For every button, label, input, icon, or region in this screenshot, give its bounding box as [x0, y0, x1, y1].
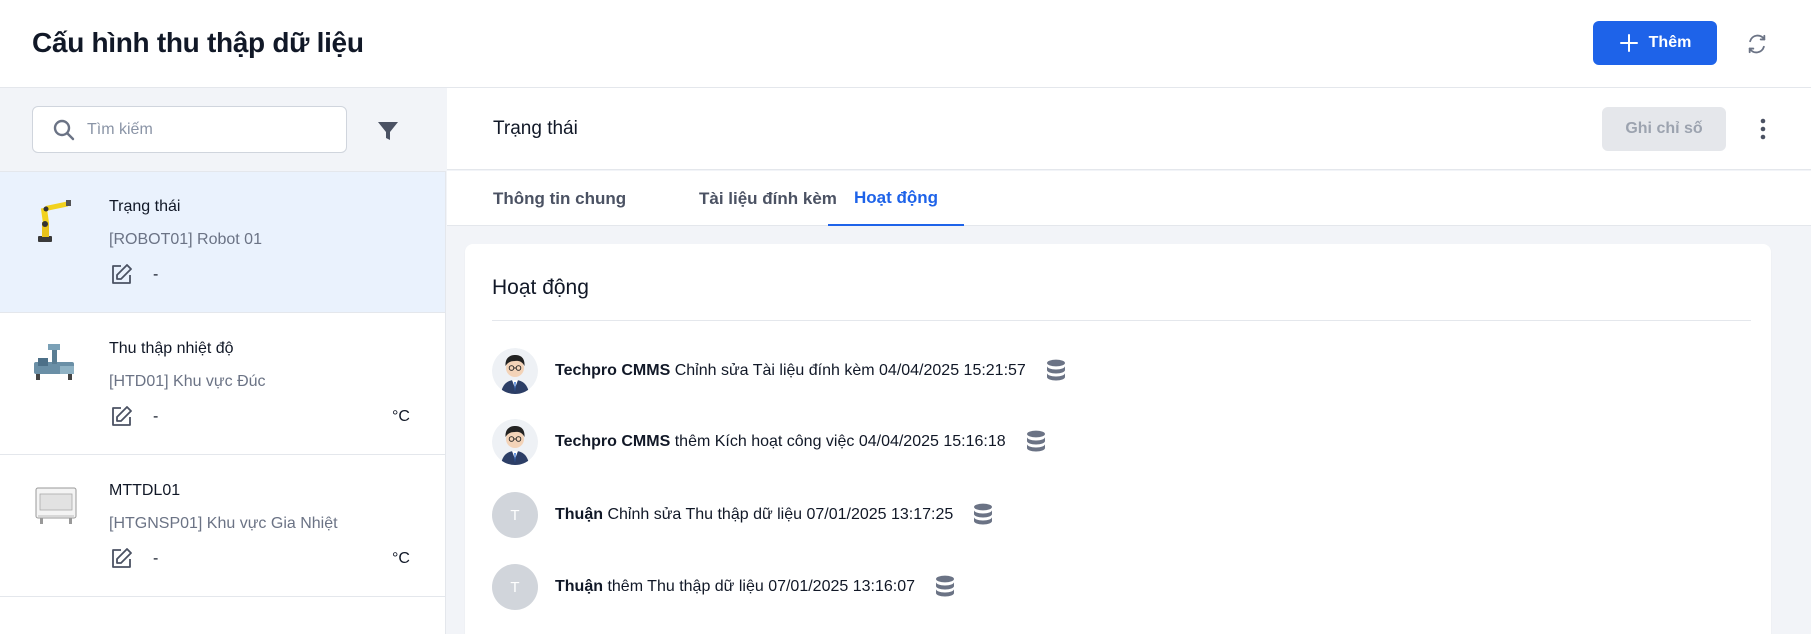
- person-avatar: [492, 419, 538, 465]
- edit-icon[interactable]: [108, 404, 134, 430]
- detail-tabs: Thông tin chung Tài liệu đính kèm Hoạt đ…: [447, 171, 1811, 226]
- activity-user: Techpro CMMS: [555, 433, 671, 450]
- page-title: Cấu hình thu thập dữ liệu: [32, 27, 364, 58]
- activity-user: Thuận: [555, 578, 603, 595]
- activity-item: T Thuận Chỉnh sửa Thu thập dữ liệu 07/01…: [492, 492, 995, 538]
- refresh-icon: [1748, 34, 1766, 54]
- activity-item: Techpro CMMS thêm Kích hoạt công việc 04…: [492, 419, 1048, 465]
- database-icon[interactable]: [971, 502, 995, 528]
- activity-item: Techpro CMMS Chỉnh sửa Tài liệu đính kèm…: [492, 348, 1068, 394]
- list-item[interactable]: MTTDL01 [HTGNSP01] Khu vực Gia Nhiệt - °…: [0, 456, 445, 597]
- activity-action: Chỉnh sửa Tài liệu đính kèm 04/04/2025 1…: [674, 362, 1026, 379]
- device-image: [35, 487, 77, 524]
- item-unit: °C: [392, 408, 410, 425]
- avatar: T: [492, 492, 538, 538]
- machine-image: [34, 344, 74, 380]
- more-vertical-icon: [1760, 118, 1766, 140]
- avatar: T: [492, 564, 538, 610]
- activity-action: thêm Thu thập dữ liệu 07/01/2025 13:16:0…: [607, 578, 915, 595]
- tab-activity[interactable]: Hoạt động: [828, 171, 965, 226]
- record-reading-button[interactable]: Ghi chỉ số: [1602, 107, 1726, 151]
- database-icon[interactable]: [1024, 429, 1048, 455]
- search-bar: [0, 88, 446, 172]
- item-code: [HTGNSP01] Khu vực Gia Nhiệt: [109, 515, 338, 532]
- activity-text: Techpro CMMS Chỉnh sửa Tài liệu đính kèm…: [555, 362, 1026, 380]
- activity-text: Techpro CMMS thêm Kích hoạt công việc 04…: [555, 433, 1006, 451]
- item-value: -: [153, 550, 159, 567]
- item-value: -: [153, 408, 159, 425]
- robot-arm-image: [38, 200, 71, 242]
- item-name: Thu thập nhiệt độ: [109, 340, 234, 357]
- database-icon[interactable]: [1044, 358, 1068, 384]
- activity-action: Chỉnh sửa Thu thập dữ liệu 07/01/2025 13…: [607, 506, 954, 523]
- tab-general-info[interactable]: Thông tin chung: [467, 171, 652, 226]
- plus-icon: [1619, 34, 1638, 52]
- detail-title: Trạng thái: [493, 118, 578, 139]
- add-button-label: Thêm: [1648, 34, 1692, 51]
- activity-card: Hoạt động Techpro CMMS Chỉnh sửa Tài liệ…: [465, 244, 1771, 634]
- filter-button[interactable]: [373, 116, 403, 146]
- more-options-button[interactable]: [1749, 115, 1777, 143]
- item-list-panel: Trạng thái [ROBOT01] Robot 01 - Thu thập…: [0, 88, 446, 634]
- activity-card-title: Hoạt động: [492, 276, 589, 299]
- item-value: -: [153, 266, 159, 283]
- person-avatar: [492, 348, 538, 394]
- search-icon: [53, 119, 75, 140]
- detail-header: Trạng thái Ghi chỉ số: [447, 88, 1811, 170]
- page-header: Cấu hình thu thập dữ liệu Thêm: [0, 0, 1811, 88]
- list-item[interactable]: Thu thập nhiệt độ [HTD01] Khu vực Đúc - …: [0, 314, 445, 455]
- activity-item: T Thuận thêm Thu thập dữ liệu 07/01/2025…: [492, 564, 957, 610]
- activity-text: Thuận Chỉnh sửa Thu thập dữ liệu 07/01/2…: [555, 506, 953, 524]
- item-name: Trạng thái: [109, 198, 181, 215]
- item-code: [ROBOT01] Robot 01: [109, 231, 262, 248]
- edit-icon[interactable]: [108, 262, 134, 288]
- refresh-button[interactable]: [1742, 29, 1772, 59]
- activity-text: Thuận thêm Thu thập dữ liệu 07/01/2025 1…: [555, 578, 915, 596]
- edit-icon[interactable]: [108, 546, 134, 572]
- activity-user: Thuận: [555, 506, 603, 523]
- item-name: MTTDL01: [109, 482, 181, 499]
- activity-action: thêm Kích hoạt công việc 04/04/2025 15:1…: [674, 433, 1006, 450]
- filter-icon: [378, 122, 398, 140]
- search-box[interactable]: [32, 106, 347, 153]
- database-icon[interactable]: [933, 574, 957, 600]
- list-item[interactable]: Trạng thái [ROBOT01] Robot 01 -: [0, 172, 445, 313]
- item-code: [HTD01] Khu vực Đúc: [109, 373, 266, 390]
- item-unit: °C: [392, 550, 410, 567]
- add-button[interactable]: Thêm: [1593, 21, 1717, 65]
- activity-user: Techpro CMMS: [555, 362, 671, 379]
- divider: [492, 320, 1751, 321]
- search-input[interactable]: [87, 120, 327, 139]
